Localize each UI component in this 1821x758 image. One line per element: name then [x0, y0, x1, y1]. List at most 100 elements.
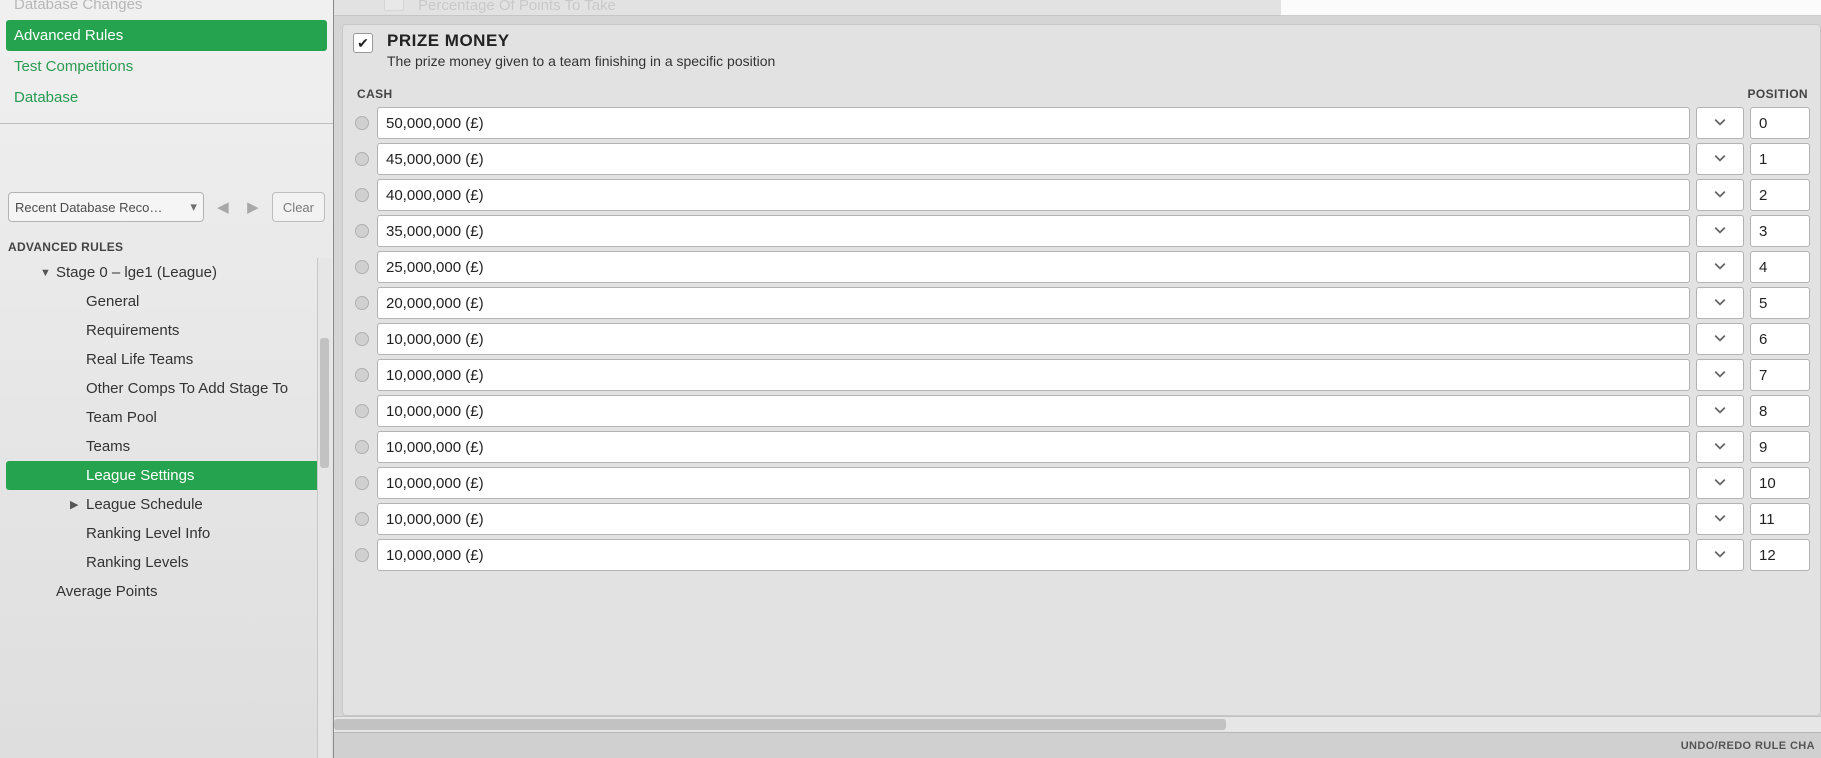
circle-icon — [355, 332, 369, 346]
cash-input[interactable]: 10,000,000 (£) — [377, 431, 1690, 463]
chevron-down-icon[interactable] — [40, 267, 50, 279]
cash-input[interactable]: 10,000,000 (£) — [377, 359, 1690, 391]
position-input[interactable]: 0 — [1750, 107, 1810, 139]
tree-item[interactable]: League Settings — [6, 461, 327, 490]
position-input[interactable]: 10 — [1750, 467, 1810, 499]
position-input[interactable]: 5 — [1750, 287, 1810, 319]
currency-unit-select[interactable] — [1696, 431, 1744, 463]
prize-row: 10,000,000 (£) 11 — [353, 503, 1810, 535]
currency-unit-select[interactable] — [1696, 143, 1744, 175]
check-icon: ✔ — [357, 35, 369, 52]
recent-prev-button[interactable]: ◀ — [212, 192, 234, 222]
tree-item[interactable]: League Schedule — [6, 490, 327, 519]
position-input[interactable]: 12 — [1750, 539, 1810, 571]
undo-redo-label[interactable]: UNDO/REDO RULE CHA — [1681, 740, 1815, 752]
tree-item-label: Ranking Levels — [86, 554, 189, 571]
cash-input[interactable]: 25,000,000 (£) — [377, 251, 1690, 283]
cash-input[interactable]: 50,000,000 (£) — [377, 107, 1690, 139]
position-input[interactable]: 9 — [1750, 431, 1810, 463]
position-value: 11 — [1759, 511, 1775, 528]
position-value: 12 — [1759, 547, 1776, 564]
row-toggle[interactable] — [353, 467, 371, 499]
horizontal-scrollbar-thumb[interactable] — [334, 719, 1226, 730]
currency-unit-select[interactable] — [1696, 215, 1744, 247]
position-input[interactable]: 7 — [1750, 359, 1810, 391]
row-toggle[interactable] — [353, 179, 371, 211]
row-toggle[interactable] — [353, 431, 371, 463]
cash-input[interactable]: 35,000,000 (£) — [377, 215, 1690, 247]
position-input[interactable]: 3 — [1750, 215, 1810, 247]
currency-unit-select[interactable] — [1696, 503, 1744, 535]
horizontal-scrollbar[interactable] — [334, 716, 1821, 732]
tree-item-label: Team Pool — [86, 409, 157, 426]
currency-unit-select[interactable] — [1696, 467, 1744, 499]
panel-title-block: PRIZE MONEY The prize money given to a t… — [387, 31, 775, 69]
cash-input[interactable]: 10,000,000 (£) — [377, 539, 1690, 571]
currency-unit-select[interactable] — [1696, 539, 1744, 571]
circle-icon — [355, 440, 369, 454]
row-toggle[interactable] — [353, 395, 371, 427]
cash-input[interactable]: 10,000,000 (£) — [377, 323, 1690, 355]
position-input[interactable]: 8 — [1750, 395, 1810, 427]
currency-unit-select[interactable] — [1696, 179, 1744, 211]
tree-item[interactable]: Ranking Level Info — [6, 519, 327, 548]
row-toggle[interactable] — [353, 359, 371, 391]
tree-item[interactable]: Requirements — [6, 316, 327, 345]
clear-button[interactable]: Clear — [272, 192, 325, 222]
row-toggle[interactable] — [353, 323, 371, 355]
row-toggle[interactable] — [353, 251, 371, 283]
currency-unit-select[interactable] — [1696, 359, 1744, 391]
tree-item[interactable]: Other Comps To Add Stage To — [6, 374, 327, 403]
cash-input[interactable]: 45,000,000 (£) — [377, 143, 1690, 175]
position-input[interactable]: 6 — [1750, 323, 1810, 355]
tree-item[interactable]: Teams — [6, 432, 327, 461]
footer-bar: UNDO/REDO RULE CHA — [334, 732, 1821, 758]
currency-unit-select[interactable] — [1696, 251, 1744, 283]
tree-item[interactable]: Ranking Levels — [6, 548, 327, 577]
position-input[interactable]: 4 — [1750, 251, 1810, 283]
prize-row: 20,000,000 (£) 5 — [353, 287, 1810, 319]
position-input[interactable]: 1 — [1750, 143, 1810, 175]
chevron-down-icon — [1714, 439, 1726, 455]
chevron-down-icon — [1714, 259, 1726, 275]
row-toggle[interactable] — [353, 215, 371, 247]
tree-item[interactable]: Average Points — [6, 577, 327, 606]
currency-unit-select[interactable] — [1696, 323, 1744, 355]
row-toggle[interactable] — [353, 107, 371, 139]
cash-input[interactable]: 40,000,000 (£) — [377, 179, 1690, 211]
tree-scrollbar-thumb[interactable] — [320, 338, 329, 468]
tree-item[interactable]: Real Life Teams — [6, 345, 327, 374]
position-input[interactable]: 2 — [1750, 179, 1810, 211]
tree-item[interactable]: General — [6, 287, 327, 316]
row-toggle[interactable] — [353, 143, 371, 175]
row-toggle[interactable] — [353, 287, 371, 319]
tree-item[interactable]: Stage 0 – lge1 (League) — [6, 258, 327, 287]
cash-input[interactable]: 10,000,000 (£) — [377, 395, 1690, 427]
cash-input[interactable]: 10,000,000 (£) — [377, 467, 1690, 499]
position-input[interactable]: 11 — [1750, 503, 1810, 535]
recent-records-combo[interactable]: Recent Database Reco… ▾ — [8, 192, 204, 222]
sidebar-top-item[interactable]: Database Changes — [6, 0, 327, 20]
circle-icon — [355, 116, 369, 130]
cash-input[interactable]: 20,000,000 (£) — [377, 287, 1690, 319]
tree-scrollbar[interactable] — [317, 258, 331, 758]
sidebar-top-item[interactable]: Test Competitions — [6, 51, 327, 82]
currency-unit-select[interactable] — [1696, 287, 1744, 319]
circle-icon — [355, 260, 369, 274]
row-toggle[interactable] — [353, 503, 371, 535]
row-toggle[interactable] — [353, 539, 371, 571]
position-value: 7 — [1759, 367, 1767, 384]
currency-unit-select[interactable] — [1696, 395, 1744, 427]
tree-item-label: Average Points — [56, 583, 157, 600]
chevron-right-icon[interactable] — [70, 498, 80, 511]
prize-money-checkbox[interactable]: ✔ — [353, 33, 373, 53]
recent-next-button[interactable]: ▶ — [242, 192, 264, 222]
sidebar-top-item-label: Test Competitions — [14, 58, 133, 75]
cash-input[interactable]: 10,000,000 (£) — [377, 503, 1690, 535]
sidebar-top-item[interactable]: Database — [6, 82, 327, 113]
tree-item-label: League Settings — [86, 467, 194, 484]
currency-unit-select[interactable] — [1696, 107, 1744, 139]
sidebar-top-item[interactable]: Advanced Rules — [6, 20, 327, 51]
cash-value: 20,000,000 (£) — [386, 295, 484, 312]
tree-item[interactable]: Team Pool — [6, 403, 327, 432]
